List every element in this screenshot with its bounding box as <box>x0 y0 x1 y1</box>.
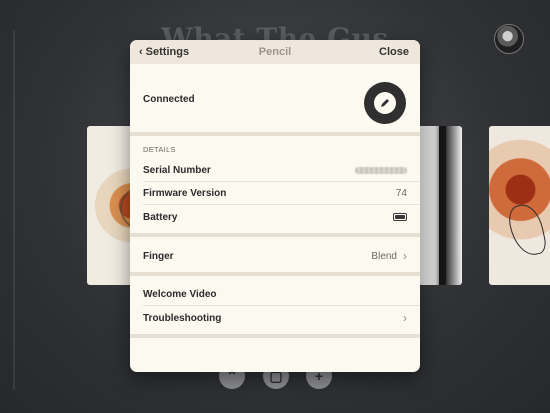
welcome-video-row[interactable]: Welcome Video <box>143 283 407 305</box>
section-divider <box>130 272 420 276</box>
chevron-right-icon: › <box>403 249 407 263</box>
finger-value: Blend <box>371 250 397 262</box>
popover-header: ‹ Settings Pencil Close <box>130 40 420 64</box>
back-button[interactable]: ‹ Settings <box>139 46 189 58</box>
avatar[interactable] <box>494 24 524 54</box>
section-divider <box>130 132 420 136</box>
scrollbar[interactable] <box>13 30 15 390</box>
battery-label: Battery <box>143 211 178 223</box>
connected-label: Connected <box>143 93 195 105</box>
troubleshooting-row[interactable]: Troubleshooting › <box>143 307 407 329</box>
firmware-version-label: Firmware Version <box>143 187 227 199</box>
sketch-scribble <box>505 201 549 259</box>
journal-spine <box>439 126 446 285</box>
pencil-connect-button[interactable] <box>364 82 406 124</box>
journal-page-card-far-right[interactable] <box>489 126 550 285</box>
finger-row[interactable]: Finger Blend › <box>143 245 407 267</box>
details-section-header: DETAILS <box>143 145 176 154</box>
firmware-version-value: 74 <box>395 187 407 199</box>
chevron-left-icon: ‹ <box>139 46 143 58</box>
section-divider <box>130 233 420 237</box>
row-separator <box>143 204 420 205</box>
journal-page-card-right[interactable] <box>418 126 462 285</box>
row-separator <box>143 305 420 306</box>
section-divider <box>130 334 420 338</box>
back-button-label: Settings <box>145 46 190 58</box>
close-button[interactable]: Close <box>379 46 409 58</box>
battery-row: Battery <box>143 206 407 228</box>
pencil-settings-popover: ‹ Settings Pencil Close Connected DETAIL… <box>130 40 420 372</box>
serial-number-value-redacted <box>355 166 407 174</box>
battery-icon <box>393 213 407 221</box>
serial-number-label: Serial Number <box>143 164 211 176</box>
troubleshooting-label: Troubleshooting <box>143 312 222 324</box>
pencil-icon <box>374 92 396 114</box>
chevron-right-icon: › <box>403 311 407 325</box>
finger-label: Finger <box>143 250 174 262</box>
serial-number-row: Serial Number <box>143 159 407 181</box>
firmware-version-row: Firmware Version 74 <box>143 182 407 204</box>
welcome-video-label: Welcome Video <box>143 288 217 300</box>
